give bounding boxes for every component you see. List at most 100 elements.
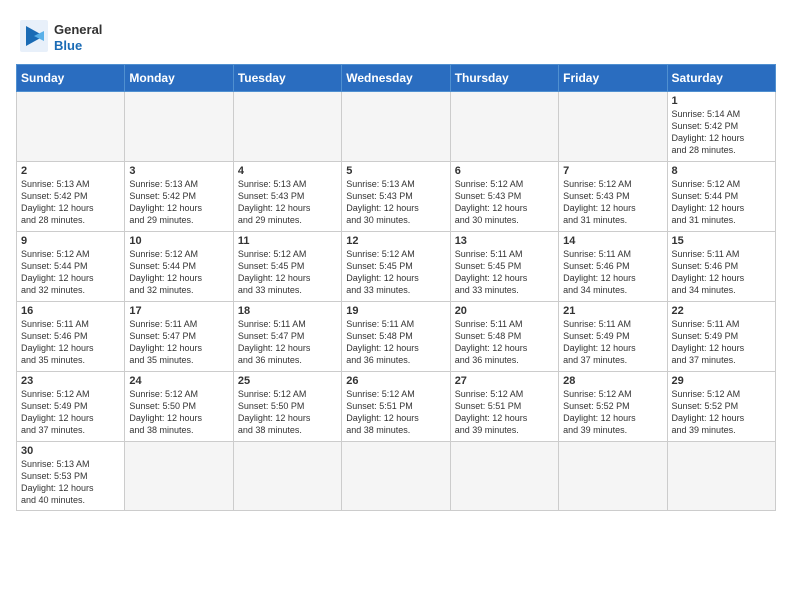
calendar-cell: 26Sunrise: 5:12 AM Sunset: 5:51 PM Dayli…	[342, 372, 450, 442]
calendar-cell: 25Sunrise: 5:12 AM Sunset: 5:50 PM Dayli…	[233, 372, 341, 442]
calendar-cell	[125, 442, 233, 511]
day-number: 10	[129, 235, 228, 247]
calendar-cell: 12Sunrise: 5:12 AM Sunset: 5:45 PM Dayli…	[342, 232, 450, 302]
calendar-cell: 5Sunrise: 5:13 AM Sunset: 5:43 PM Daylig…	[342, 162, 450, 232]
day-info: Sunrise: 5:12 AM Sunset: 5:45 PM Dayligh…	[346, 248, 445, 297]
calendar-cell: 21Sunrise: 5:11 AM Sunset: 5:49 PM Dayli…	[559, 302, 667, 372]
day-number: 3	[129, 165, 228, 177]
calendar-cell: 23Sunrise: 5:12 AM Sunset: 5:49 PM Dayli…	[17, 372, 125, 442]
calendar-body: 1Sunrise: 5:14 AM Sunset: 5:42 PM Daylig…	[17, 92, 776, 511]
weekday-header-row: SundayMondayTuesdayWednesdayThursdayFrid…	[17, 65, 776, 92]
day-number: 15	[672, 235, 771, 247]
weekday-header-wednesday: Wednesday	[342, 65, 450, 92]
day-info: Sunrise: 5:11 AM Sunset: 5:46 PM Dayligh…	[563, 248, 662, 297]
calendar-cell: 30Sunrise: 5:13 AM Sunset: 5:53 PM Dayli…	[17, 442, 125, 511]
weekday-header-thursday: Thursday	[450, 65, 558, 92]
day-number: 13	[455, 235, 554, 247]
day-info: Sunrise: 5:11 AM Sunset: 5:46 PM Dayligh…	[672, 248, 771, 297]
day-number: 25	[238, 375, 337, 387]
day-info: Sunrise: 5:11 AM Sunset: 5:46 PM Dayligh…	[21, 318, 120, 367]
day-number: 7	[563, 165, 662, 177]
week-row-2: 2 Sunrise: 5:13 AM Sunset: 5:42 PM Daylig…	[17, 162, 776, 232]
calendar-cell	[450, 92, 558, 162]
day-number: 2	[21, 165, 120, 177]
day-info: Sunrise: 5:13 AM Sunset: 5:43 PM Dayligh…	[346, 178, 445, 227]
day-info: Sunrise: 5:11 AM Sunset: 5:47 PM Dayligh…	[238, 318, 337, 367]
calendar-cell: 9Sunrise: 5:12 AM Sunset: 5:44 PM Daylig…	[17, 232, 125, 302]
day-info: Sunrise: 5:12 AM Sunset: 5:44 PM Dayligh…	[672, 178, 771, 227]
calendar-cell	[667, 442, 775, 511]
calendar-cell: 6Sunrise: 5:12 AM Sunset: 5:43 PM Daylig…	[450, 162, 558, 232]
calendar-cell	[342, 92, 450, 162]
day-info: Sunrise: 5:11 AM Sunset: 5:49 PM Dayligh…	[672, 318, 771, 367]
day-info: Sunrise: 5:12 AM Sunset: 5:43 PM Dayligh…	[455, 178, 554, 227]
calendar-cell: 1Sunrise: 5:14 AM Sunset: 5:42 PM Daylig…	[667, 92, 775, 162]
day-info: Sunrise: 5:12 AM Sunset: 5:52 PM Dayligh…	[672, 388, 771, 437]
day-number: 21	[563, 305, 662, 317]
calendar-cell	[342, 442, 450, 511]
day-number: 4	[238, 165, 337, 177]
calendar-cell	[233, 442, 341, 511]
week-row-3: 9Sunrise: 5:12 AM Sunset: 5:44 PM Daylig…	[17, 232, 776, 302]
day-info: Sunrise: 5:11 AM Sunset: 5:49 PM Dayligh…	[563, 318, 662, 367]
calendar-cell: 22Sunrise: 5:11 AM Sunset: 5:49 PM Dayli…	[667, 302, 775, 372]
day-number: 18	[238, 305, 337, 317]
calendar-cell: 4Sunrise: 5:13 AM Sunset: 5:43 PM Daylig…	[233, 162, 341, 232]
day-info: Sunrise: 5:13 AM Sunset: 5:43 PM Dayligh…	[238, 178, 337, 227]
day-number: 1	[672, 95, 771, 107]
day-number: 24	[129, 375, 228, 387]
day-number: 11	[238, 235, 337, 247]
day-info: Sunrise: 5:12 AM Sunset: 5:45 PM Dayligh…	[238, 248, 337, 297]
week-row-5: 23Sunrise: 5:12 AM Sunset: 5:49 PM Dayli…	[17, 372, 776, 442]
calendar-cell: 18Sunrise: 5:11 AM Sunset: 5:47 PM Dayli…	[233, 302, 341, 372]
day-number: 23	[21, 375, 120, 387]
calendar-cell	[233, 92, 341, 162]
calendar-cell: 2Sunrise: 5:13 AM Sunset: 5:42 PM Daylig…	[17, 162, 125, 232]
calendar-cell: 14Sunrise: 5:11 AM Sunset: 5:46 PM Dayli…	[559, 232, 667, 302]
calendar-cell	[450, 442, 558, 511]
week-row-4: 16Sunrise: 5:11 AM Sunset: 5:46 PM Dayli…	[17, 302, 776, 372]
day-number: 27	[455, 375, 554, 387]
day-number: 28	[563, 375, 662, 387]
calendar-cell	[559, 442, 667, 511]
day-info: Sunrise: 5:12 AM Sunset: 5:52 PM Dayligh…	[563, 388, 662, 437]
calendar-cell: 7Sunrise: 5:12 AM Sunset: 5:43 PM Daylig…	[559, 162, 667, 232]
calendar-cell	[559, 92, 667, 162]
day-number: 30	[21, 445, 120, 457]
calendar-cell: 24Sunrise: 5:12 AM Sunset: 5:50 PM Dayli…	[125, 372, 233, 442]
day-info: Sunrise: 5:11 AM Sunset: 5:48 PM Dayligh…	[455, 318, 554, 367]
day-number: 12	[346, 235, 445, 247]
day-info: Sunrise: 5:11 AM Sunset: 5:48 PM Dayligh…	[346, 318, 445, 367]
calendar-cell: 28Sunrise: 5:12 AM Sunset: 5:52 PM Dayli…	[559, 372, 667, 442]
calendar-cell: 16Sunrise: 5:11 AM Sunset: 5:46 PM Dayli…	[17, 302, 125, 372]
calendar-table: SundayMondayTuesdayWednesdayThursdayFrid…	[16, 64, 776, 511]
day-info: Sunrise: 5:11 AM Sunset: 5:45 PM Dayligh…	[455, 248, 554, 297]
weekday-header-friday: Friday	[559, 65, 667, 92]
weekday-header-sunday: Sunday	[17, 65, 125, 92]
week-row-6: 30Sunrise: 5:13 AM Sunset: 5:53 PM Dayli…	[17, 442, 776, 511]
day-number: 16	[21, 305, 120, 317]
day-info: Sunrise: 5:13 AM Sunset: 5:42 PM Dayligh…	[129, 178, 228, 227]
calendar-cell: 17Sunrise: 5:11 AM Sunset: 5:47 PM Dayli…	[125, 302, 233, 372]
weekday-header-monday: Monday	[125, 65, 233, 92]
day-number: 26	[346, 375, 445, 387]
logo-svg: General Blue	[16, 16, 106, 56]
calendar-cell: 11Sunrise: 5:12 AM Sunset: 5:45 PM Dayli…	[233, 232, 341, 302]
day-number: 6	[455, 165, 554, 177]
day-number: 17	[129, 305, 228, 317]
day-info: Sunrise: 5:12 AM Sunset: 5:51 PM Dayligh…	[346, 388, 445, 437]
day-info: Sunrise: 5:12 AM Sunset: 5:49 PM Dayligh…	[21, 388, 120, 437]
day-number: 8	[672, 165, 771, 177]
weekday-header-tuesday: Tuesday	[233, 65, 341, 92]
calendar-cell: 10Sunrise: 5:12 AM Sunset: 5:44 PM Dayli…	[125, 232, 233, 302]
day-info: Sunrise: 5:12 AM Sunset: 5:51 PM Dayligh…	[455, 388, 554, 437]
calendar-cell	[125, 92, 233, 162]
week-row-1: 1Sunrise: 5:14 AM Sunset: 5:42 PM Daylig…	[17, 92, 776, 162]
day-number: 19	[346, 305, 445, 317]
calendar-cell: 8Sunrise: 5:12 AM Sunset: 5:44 PM Daylig…	[667, 162, 775, 232]
day-info: Sunrise: 5:12 AM Sunset: 5:44 PM Dayligh…	[21, 248, 120, 297]
calendar-cell: 13Sunrise: 5:11 AM Sunset: 5:45 PM Dayli…	[450, 232, 558, 302]
day-info: Sunrise: 5:14 AM Sunset: 5:42 PM Dayligh…	[672, 108, 771, 157]
calendar-header: SundayMondayTuesdayWednesdayThursdayFrid…	[17, 65, 776, 92]
day-number: 5	[346, 165, 445, 177]
